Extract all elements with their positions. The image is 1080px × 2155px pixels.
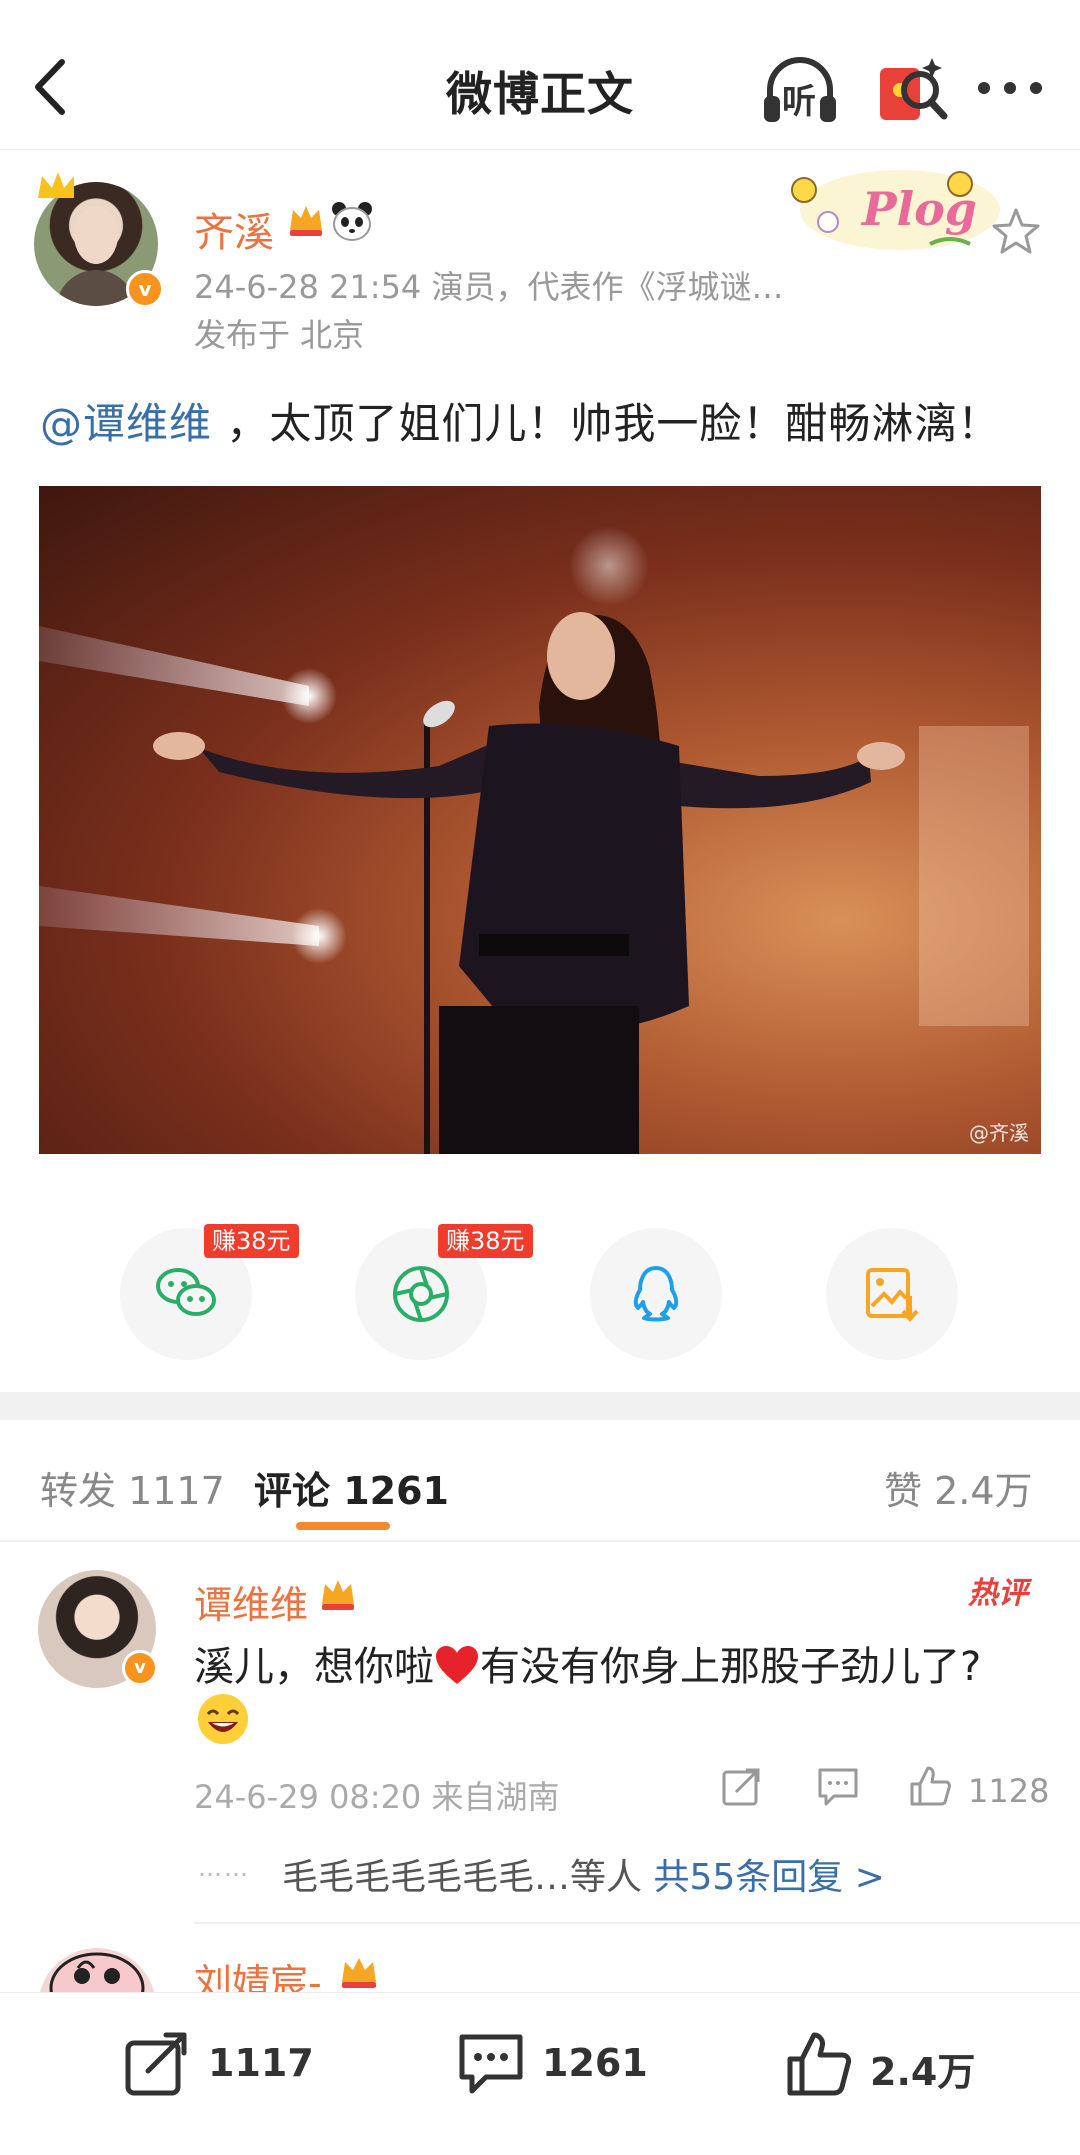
repost-button[interactable]: 1117 [122, 2023, 322, 2103]
moments-icon [393, 1266, 449, 1322]
reply-users: 毛毛毛毛毛毛毛…等人 [282, 1857, 654, 1898]
tab-repost[interactable]: 转发 1117 [40, 1460, 225, 1515]
post-text: @谭维维 ，太顶了姐们儿！帅我一脸！酣畅淋漓！ [40, 390, 1000, 451]
star-icon [992, 208, 1040, 254]
repost-icon [125, 2032, 187, 2096]
comment-meta: 24-6-29 08:20 来自湖南 [194, 1778, 560, 1816]
share-qq-button[interactable] [590, 1228, 722, 1360]
author-avatar[interactable]: v [34, 168, 164, 310]
commenter-verified-badge: v [122, 1650, 158, 1686]
thumbs-up-icon [787, 2032, 852, 2096]
repost-count: 1117 [208, 2041, 314, 2085]
comment-like-count: 1128 [968, 1772, 1050, 1810]
comment-button[interactable]: 1261 [456, 2023, 656, 2103]
comment-text-part1: 溪儿，想你啦 [194, 1644, 434, 1690]
listen-label: 听 [782, 82, 816, 122]
view-replies-link[interactable]: 共55条回复 > [653, 1857, 884, 1898]
bottom-action-bar: 1117 1261 2.4万 [0, 1992, 1080, 2155]
reply-summary[interactable]: 毛毛毛毛毛毛毛…等人 共55条回复 > [282, 1848, 885, 1900]
post-text-content: ，太顶了姐们儿！帅我一脸！酣畅淋漓！ [212, 399, 1001, 448]
more-dots-icon [978, 82, 1042, 94]
reward-tag-moments: 赚38元 [438, 1224, 533, 1258]
plog-sticker: Plog [780, 160, 1000, 260]
tab-comment[interactable]: 评论 1261 [254, 1460, 449, 1515]
listen-button[interactable]: 听 [758, 50, 842, 134]
post-location: 发布于 北京 [194, 316, 365, 354]
vip-crown-icon[interactable] [318, 1574, 358, 1614]
top-bar: 微博正文 听 [0, 0, 1080, 150]
author-name[interactable]: 齐溪 [194, 200, 274, 258]
comment-count: 1261 [542, 2041, 648, 2085]
laughing-emoji-icon [198, 1694, 248, 1744]
reward-tag-wechat: 赚38元 [204, 1224, 299, 1258]
crown-icon [38, 172, 74, 198]
save-image-icon [866, 1268, 919, 1323]
post-meta: 24-6-28 21:54 演员，代表作《浮城谜… [194, 268, 784, 306]
red-packet-search-icon [880, 58, 948, 120]
reply-dots: …… [198, 1854, 250, 1882]
comment-icon [459, 2034, 523, 2094]
vip-crown-icon[interactable] [338, 1952, 380, 1992]
comment-text: 溪儿，想你啦 有没有你身上那股子劲儿了? [194, 1636, 1044, 1698]
heart-emoji-icon [436, 1646, 478, 1684]
like-button[interactable]: 2.4万 [784, 2023, 1004, 2103]
post-photo[interactable]: @齐溪 [39, 486, 1041, 1154]
wechat-icon [156, 1268, 216, 1316]
panda-badge-icon[interactable] [330, 200, 374, 242]
reply-icon[interactable] [816, 1764, 860, 1808]
verified-badge: v [126, 270, 164, 308]
comment-text-part2: 有没有你身上那股子劲儿了? [480, 1644, 982, 1690]
plog-sticker-text: Plog [862, 182, 977, 236]
tab-divider [0, 1540, 1080, 1542]
section-divider [0, 1392, 1080, 1420]
share-icon[interactable] [720, 1764, 764, 1808]
comment-divider [194, 1922, 1080, 1924]
vip-crown-icon[interactable] [286, 200, 326, 240]
qq-penguin-icon [633, 1266, 679, 1322]
tab-likes[interactable]: 赞 2.4万 [884, 1460, 1033, 1515]
more-button[interactable] [970, 50, 1054, 134]
favorite-button[interactable] [990, 206, 1042, 258]
mention-link[interactable]: @谭维维 [40, 399, 212, 448]
save-image-button[interactable] [826, 1228, 958, 1360]
hot-comment-badge: 热评 [968, 1576, 1028, 1611]
active-tab-indicator [296, 1522, 390, 1530]
thumbs-up-icon[interactable] [908, 1764, 952, 1808]
photo-illustration [39, 526, 1029, 1154]
commenter-name[interactable]: 谭维维 [194, 1574, 308, 1629]
like-count: 2.4万 [870, 2050, 976, 2094]
red-packet-search-button[interactable] [870, 50, 954, 134]
photo-watermark: @齐溪 [969, 1121, 1029, 1145]
